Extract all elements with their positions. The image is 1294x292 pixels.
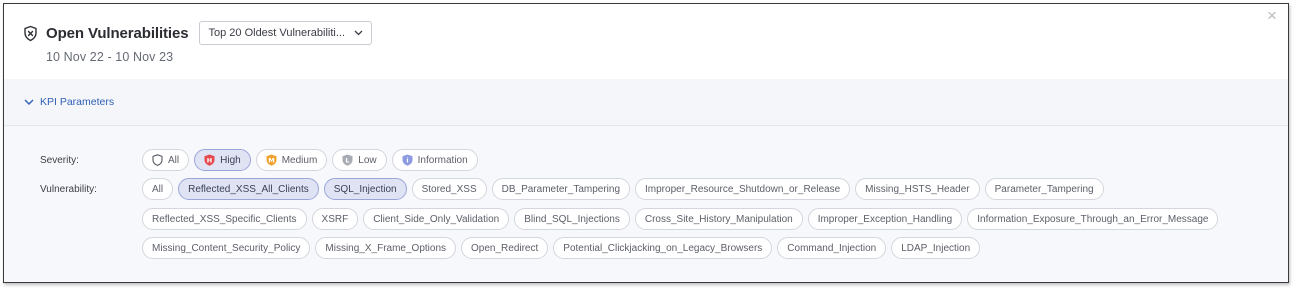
date-range: 10 Nov 22 - 10 Nov 23 [46,50,174,64]
vulnerability-chips-row-2: Reflected_XSS_Specific_Clients XSRF Client… [142,208,1219,230]
vulnerability-chip[interactable]: Improper_Exception_Handling [807,208,963,230]
svg-text:H: H [207,156,212,164]
panel-header: Open Vulnerabilities Top 20 Oldest Vulne… [22,20,373,64]
svg-text:M: M [268,156,274,164]
vulnerability-chip[interactable]: Reflected_XSS_Specific_Clients [142,208,307,230]
vulnerability-chip[interactable]: Improper_Resource_Shutdown_or_Release [635,178,851,200]
close-icon[interactable]: × [1264,7,1280,24]
vulnerability-chip[interactable]: SQL_Injection [323,178,407,200]
chevron-down-icon [24,93,34,111]
severity-chips: All H High M Medium L Low i Information [142,149,478,171]
vulnerability-chip[interactable]: Missing_Content_Security_Policy [142,237,311,259]
shield-low-icon: L [342,154,353,166]
shield-x-icon [22,25,39,42]
vulnerability-label: Vulnerability: [40,184,97,195]
vulnerability-chip[interactable]: DB_Parameter_Tampering [491,178,631,200]
filters-panel: Severity: All H High M Medium L Low i Informatio… [4,126,1288,282]
shield-high-icon: H [204,154,215,166]
vulnerability-chips-row-1: All Reflected_XSS_All_Clients SQL_Injectio… [142,178,1104,200]
severity-chip-information[interactable]: i Information [391,149,478,171]
vulnerability-chip[interactable]: Stored_XSS [411,178,487,200]
kpi-parameters-bar: KPI Parameters [4,79,1288,126]
vulnerability-chips-row-3: Missing_Content_Security_Policy Missing_X… [142,237,981,259]
vulnerability-chip[interactable]: Client_Side_Only_Validation [363,208,510,230]
shield-info-icon: i [402,154,413,166]
title-row: Open Vulnerabilities Top 20 Oldest Vulne… [22,20,373,46]
vulnerability-chip[interactable]: Missing_HSTS_Header [855,178,980,200]
vulnerability-panel: × Open Vulnerabilities Top 20 Oldest Vul… [3,3,1289,283]
report-select-value: Top 20 Oldest Vulnerabiliti... [208,27,346,39]
shield-medium-icon: M [266,154,277,166]
report-select[interactable]: Top 20 Oldest Vulnerabiliti... [199,21,373,45]
page-title: Open Vulnerabilities [46,24,189,42]
vulnerability-chip[interactable]: Blind_SQL_Injections [514,208,630,230]
kpi-parameters-toggle[interactable]: KPI Parameters [24,93,114,111]
severity-chip-high[interactable]: H High [194,149,251,171]
svg-text:L: L [346,156,350,164]
chevron-down-icon [354,30,363,36]
severity-chip-all[interactable]: All [142,149,190,171]
vulnerability-chip[interactable]: Missing_X_Frame_Options [315,237,457,259]
vulnerability-chip[interactable]: Information_Exposure_Through_an_Error_Me… [967,208,1219,230]
vulnerability-chip[interactable]: XSRF [311,208,359,230]
vulnerability-chip[interactable]: Reflected_XSS_All_Clients [178,178,319,200]
severity-chip-label: All [168,154,180,166]
kpi-parameters-label: KPI Parameters [40,96,115,108]
vulnerability-chip[interactable]: Potential_Clickjacking_on_Legacy_Browser… [553,237,773,259]
severity-chip-label: Low [358,154,377,166]
severity-chip-label: High [220,154,241,166]
severity-chip-label: Information [417,154,468,166]
vulnerability-chip[interactable]: Parameter_Tampering [984,178,1104,200]
severity-chip-low[interactable]: L Low [332,149,387,171]
vulnerability-chip[interactable]: Cross_Site_History_Manipulation [634,208,803,230]
vulnerability-chip[interactable]: All [142,178,174,200]
severity-chip-label: Medium [281,154,318,166]
shield-outline-icon [152,154,163,166]
vulnerability-chip[interactable]: Command_Injection [777,237,887,259]
vulnerability-chip[interactable]: LDAP_Injection [891,237,981,259]
severity-chip-medium[interactable]: M Medium [255,149,328,171]
svg-text:i: i [406,156,408,164]
vulnerability-chip[interactable]: Open_Redirect [461,237,549,259]
severity-label: Severity: [40,155,79,166]
